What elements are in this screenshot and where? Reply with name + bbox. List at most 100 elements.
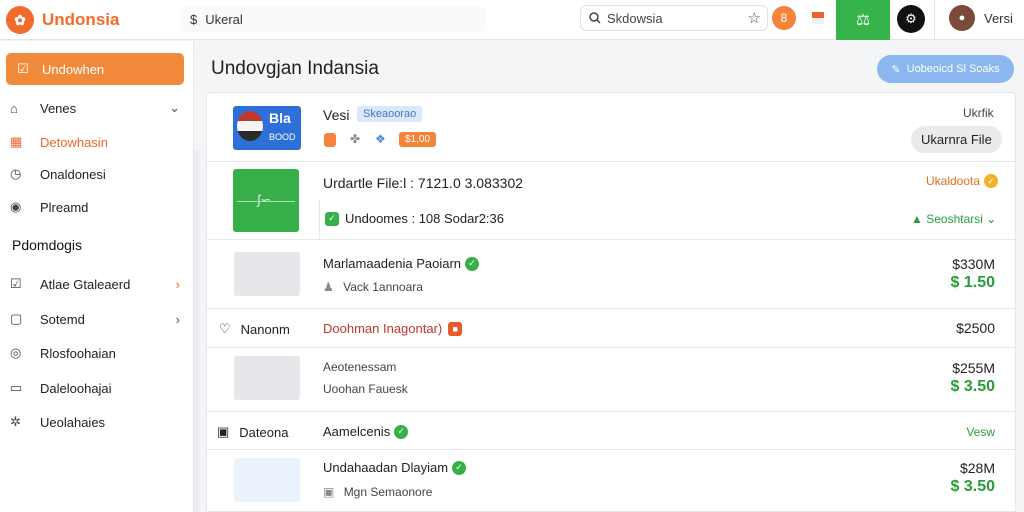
sidebar: ☑ Undowhen ⌂ Venes ⌄ ▦ Detowhasin ◷ Onal… bbox=[0, 41, 194, 512]
top-bar: ✿ Undonsia $ Ukeral Skdowsia ☆ 8 ⚖ ⚙ ● V… bbox=[0, 0, 1024, 40]
star-icon[interactable]: ☆ bbox=[748, 9, 761, 27]
sidebar-item-daleloohajai[interactable]: ▭ Daleloohajai bbox=[10, 377, 186, 399]
view-link[interactable]: Vesw bbox=[907, 425, 995, 439]
location-search-input[interactable]: Skdowsia ☆ bbox=[580, 5, 768, 31]
list-item-title[interactable]: Marlamaadenia Paoiarn ✓ bbox=[323, 256, 480, 271]
divider bbox=[207, 411, 1015, 412]
item-subtitle: Uoohan Fauesk bbox=[323, 382, 408, 396]
item-title: Aeotenessam bbox=[323, 360, 397, 374]
cluster-icon[interactable]: ❖ bbox=[375, 132, 386, 146]
row-price: $2500 bbox=[956, 320, 995, 336]
sidebar-item-ueolahaies[interactable]: ✲ Ueolahaies bbox=[10, 411, 186, 433]
gear-icon: ✲ bbox=[10, 414, 21, 429]
list-item-title[interactable]: Undahaadan Dlayiam ✓ bbox=[323, 460, 467, 475]
app-name: Undonsia bbox=[42, 10, 120, 29]
count-value: Undoomes : 108 Sodar2:36 bbox=[345, 211, 504, 226]
sidebar-item-atlae[interactable]: ☑ Atlae Gtaleaerd › bbox=[10, 273, 186, 295]
lock-icon: ■ bbox=[448, 321, 463, 336]
image-icon: ▣ bbox=[323, 485, 335, 499]
row-link[interactable]: Doohman Inagontar) ■ bbox=[323, 321, 463, 336]
sidebar-item-label: Detowhasin bbox=[40, 134, 108, 150]
item-subtitle: ♟ Vack 1annoara bbox=[323, 280, 423, 294]
verified-icon: ✓ bbox=[465, 256, 480, 271]
item-price-secondary: $ 1.50 bbox=[950, 274, 995, 291]
flag-icon[interactable] bbox=[812, 12, 824, 24]
sidebar-scrollbar[interactable] bbox=[194, 150, 200, 512]
sidebar-item-label: Plreamd bbox=[40, 199, 89, 215]
list-item-title[interactable]: Aamelcenis ✓ bbox=[323, 424, 409, 439]
verified-icon: ✓ bbox=[394, 424, 409, 439]
edit-icon: ✎ bbox=[891, 63, 901, 76]
divider bbox=[207, 347, 1015, 348]
top-search-value: Ukeral bbox=[205, 11, 243, 27]
verified-icon: ✓ bbox=[452, 460, 467, 475]
thumbnail[interactable] bbox=[234, 252, 300, 296]
sidebar-item-label: Undowhen bbox=[42, 61, 105, 77]
location-search-value: Skdowsia bbox=[607, 10, 663, 26]
sidebar-item-plreamd[interactable]: ◉ Plreamd bbox=[10, 196, 186, 218]
checkbox-icon: ☑ bbox=[17, 61, 29, 76]
sidebar-item-rlosfoohaian[interactable]: ◎ Rlosfoohaian bbox=[10, 342, 186, 364]
document-icon: ▣ bbox=[217, 424, 230, 439]
row-label-text: Nanonm bbox=[240, 321, 290, 337]
price-chip: $1,00 bbox=[399, 132, 437, 147]
search-icon bbox=[589, 12, 601, 24]
sidebar-item-onaldonesi[interactable]: ◷ Onaldonesi bbox=[10, 163, 186, 185]
signature-card[interactable]: ∫∽ bbox=[233, 169, 299, 232]
file-button[interactable]: Ukarnra File bbox=[911, 126, 1002, 153]
primary-action-label: Uobeoicd Sl Soaks bbox=[906, 63, 1000, 75]
flag-card-title: Bla bbox=[269, 110, 291, 126]
person-icon: ♟ bbox=[323, 280, 334, 294]
chevron-down-icon: ⌄ bbox=[986, 212, 997, 226]
divider bbox=[207, 308, 1015, 309]
primary-action-button[interactable]: ✎ Uobeoicd Sl Soaks bbox=[877, 55, 1014, 83]
divider bbox=[319, 200, 320, 240]
divider bbox=[207, 449, 1015, 450]
avatar[interactable]: ● bbox=[949, 5, 975, 31]
flag-card[interactable]: Bla BOOD bbox=[233, 106, 301, 150]
settings-icon[interactable]: ⚙ bbox=[897, 5, 925, 33]
sidebar-item-label: Ueolahaies bbox=[40, 414, 106, 430]
coin-icon: ◎ bbox=[10, 345, 22, 360]
tree-icon: ▲ bbox=[911, 212, 923, 226]
top-search-input[interactable]: $ Ukeral bbox=[180, 6, 486, 32]
notification-badge[interactable]: 8 bbox=[772, 6, 796, 30]
user-name[interactable]: Versi bbox=[984, 11, 1013, 26]
puzzle-icon[interactable]: ✤ bbox=[350, 132, 360, 146]
home-icon: ⌂ bbox=[10, 100, 18, 116]
sidebar-item-label: Atlae Gtaleaerd bbox=[40, 276, 131, 292]
row-link-text: Doohman Inagontar) bbox=[323, 321, 443, 336]
count-info: ✓ Undoomes : 108 Sodar2:36 bbox=[325, 211, 504, 226]
sidebar-item-label: Sotemd bbox=[40, 311, 85, 327]
flag-icon bbox=[237, 111, 263, 141]
clock-icon: ◷ bbox=[10, 166, 22, 181]
content-panel: Bla BOOD Vesi Skeaoorao ✤ ❖ $1,00 Ukrfik… bbox=[206, 92, 1016, 512]
sidebar-item-detowhasin[interactable]: ▦ Detowhasin bbox=[10, 131, 186, 153]
item-title: Marlamaadenia Paoiarn bbox=[323, 256, 462, 271]
row-name: Vesi bbox=[323, 107, 350, 123]
item-subtitle-text: Mgn Semaonore bbox=[343, 485, 433, 499]
thumbnail[interactable] bbox=[234, 356, 300, 400]
item-title: Aamelcenis bbox=[323, 424, 391, 439]
row-label: ♡ Nanonm bbox=[219, 321, 290, 337]
chevron-right-icon: › bbox=[175, 311, 180, 327]
item-subtitle: ▣ Mgn Semaonore bbox=[323, 485, 432, 499]
status-label: Ukaldoota bbox=[926, 174, 981, 188]
sidebar-item-venes[interactable]: ⌂ Venes ⌄ bbox=[10, 97, 186, 119]
sidebar-section-heading: Pdomdogis bbox=[12, 237, 83, 253]
item-price: $255M bbox=[952, 360, 995, 376]
thumbnail[interactable] bbox=[234, 458, 300, 502]
dropdown-label: Seoshtarsi bbox=[926, 212, 983, 226]
divider bbox=[207, 239, 1015, 240]
balance-icon[interactable]: ⚖ bbox=[836, 0, 890, 40]
sidebar-item-active[interactable]: ☑ Undowhen bbox=[6, 53, 184, 85]
status-dropdown[interactable]: ▲ Seoshtarsi ⌄ bbox=[911, 212, 996, 226]
app-logo[interactable]: ✿ Undonsia bbox=[6, 6, 119, 34]
chevron-right-icon: › bbox=[175, 276, 180, 292]
sidebar-item-label: Rlosfoohaian bbox=[40, 345, 116, 361]
row-label: ▣ Dateona bbox=[217, 424, 288, 440]
sidebar-item-sotemd[interactable]: ▢ Sotemd › bbox=[10, 308, 186, 330]
orange-square-icon bbox=[324, 133, 336, 147]
divider bbox=[934, 0, 935, 40]
chevron-down-icon: ⌄ bbox=[169, 100, 180, 115]
